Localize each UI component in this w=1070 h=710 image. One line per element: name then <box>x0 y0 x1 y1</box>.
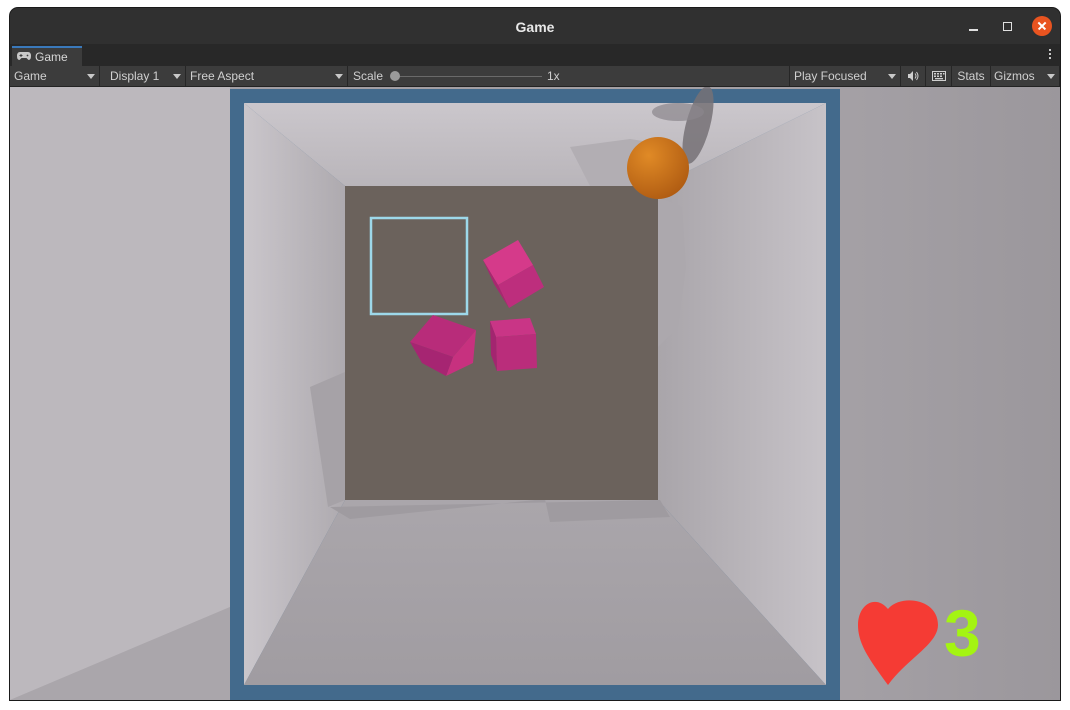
minimize-button[interactable] <box>964 17 984 37</box>
display-dropdown[interactable]: Display 1 <box>106 66 186 86</box>
chevron-down-icon <box>1047 74 1055 79</box>
ball-shadow-top <box>652 103 704 121</box>
game-viewport[interactable]: 3 <box>10 87 1060 700</box>
chevron-down-icon <box>173 74 181 79</box>
more-options-icon[interactable] <box>1048 49 1052 61</box>
tab-game[interactable]: Game <box>12 46 82 66</box>
scale-label: Scale <box>353 69 384 83</box>
window-title: Game <box>515 19 555 35</box>
tab-bar: Game <box>10 44 1060 66</box>
orange-ball[interactable] <box>627 137 689 199</box>
gizmos-dropdown[interactable]: Gizmos <box>990 66 1060 86</box>
mute-audio-button[interactable] <box>901 66 926 86</box>
aspect-dropdown[interactable]: Free Aspect <box>186 66 348 86</box>
view-mode-dropdown[interactable]: Game <box>10 66 100 86</box>
view-mode-value: Game <box>14 69 47 83</box>
play-mode-dropdown[interactable]: Play Focused <box>789 66 901 86</box>
display-value: Display 1 <box>110 69 160 83</box>
scale-slider-handle[interactable] <box>390 71 400 81</box>
scale-control: Scale 1x <box>348 66 568 86</box>
lives-counter: 3 <box>944 596 981 670</box>
scale-value: 1x <box>547 69 560 83</box>
chevron-down-icon <box>87 74 95 79</box>
tab-label: Game <box>35 50 68 64</box>
close-button[interactable] <box>1032 16 1052 36</box>
heart-lives-icon <box>858 600 938 685</box>
cube-right[interactable] <box>490 318 537 371</box>
stats-button[interactable]: Stats <box>952 66 991 86</box>
gamepad-icon <box>17 52 31 60</box>
play-mode-value: Play Focused <box>794 69 867 83</box>
title-bar[interactable]: Game <box>10 8 1060 44</box>
game-window: Game Game Game Display 1 Free Aspect Sca… <box>10 8 1060 700</box>
gizmos-label: Gizmos <box>994 69 1035 83</box>
chevron-down-icon <box>888 74 896 79</box>
game-toolbar: Game Display 1 Free Aspect Scale 1x Play… <box>10 66 1060 87</box>
maximize-button[interactable] <box>998 17 1018 37</box>
scene-canvas <box>10 87 938 700</box>
outer-wall-left <box>10 87 230 700</box>
keyboard-icon <box>932 71 946 81</box>
chevron-down-icon <box>335 74 343 79</box>
keyboard-shortcuts-button[interactable] <box>927 66 952 86</box>
scale-slider-track[interactable] <box>396 76 542 77</box>
speaker-icon <box>908 71 919 81</box>
aspect-value: Free Aspect <box>190 69 255 83</box>
